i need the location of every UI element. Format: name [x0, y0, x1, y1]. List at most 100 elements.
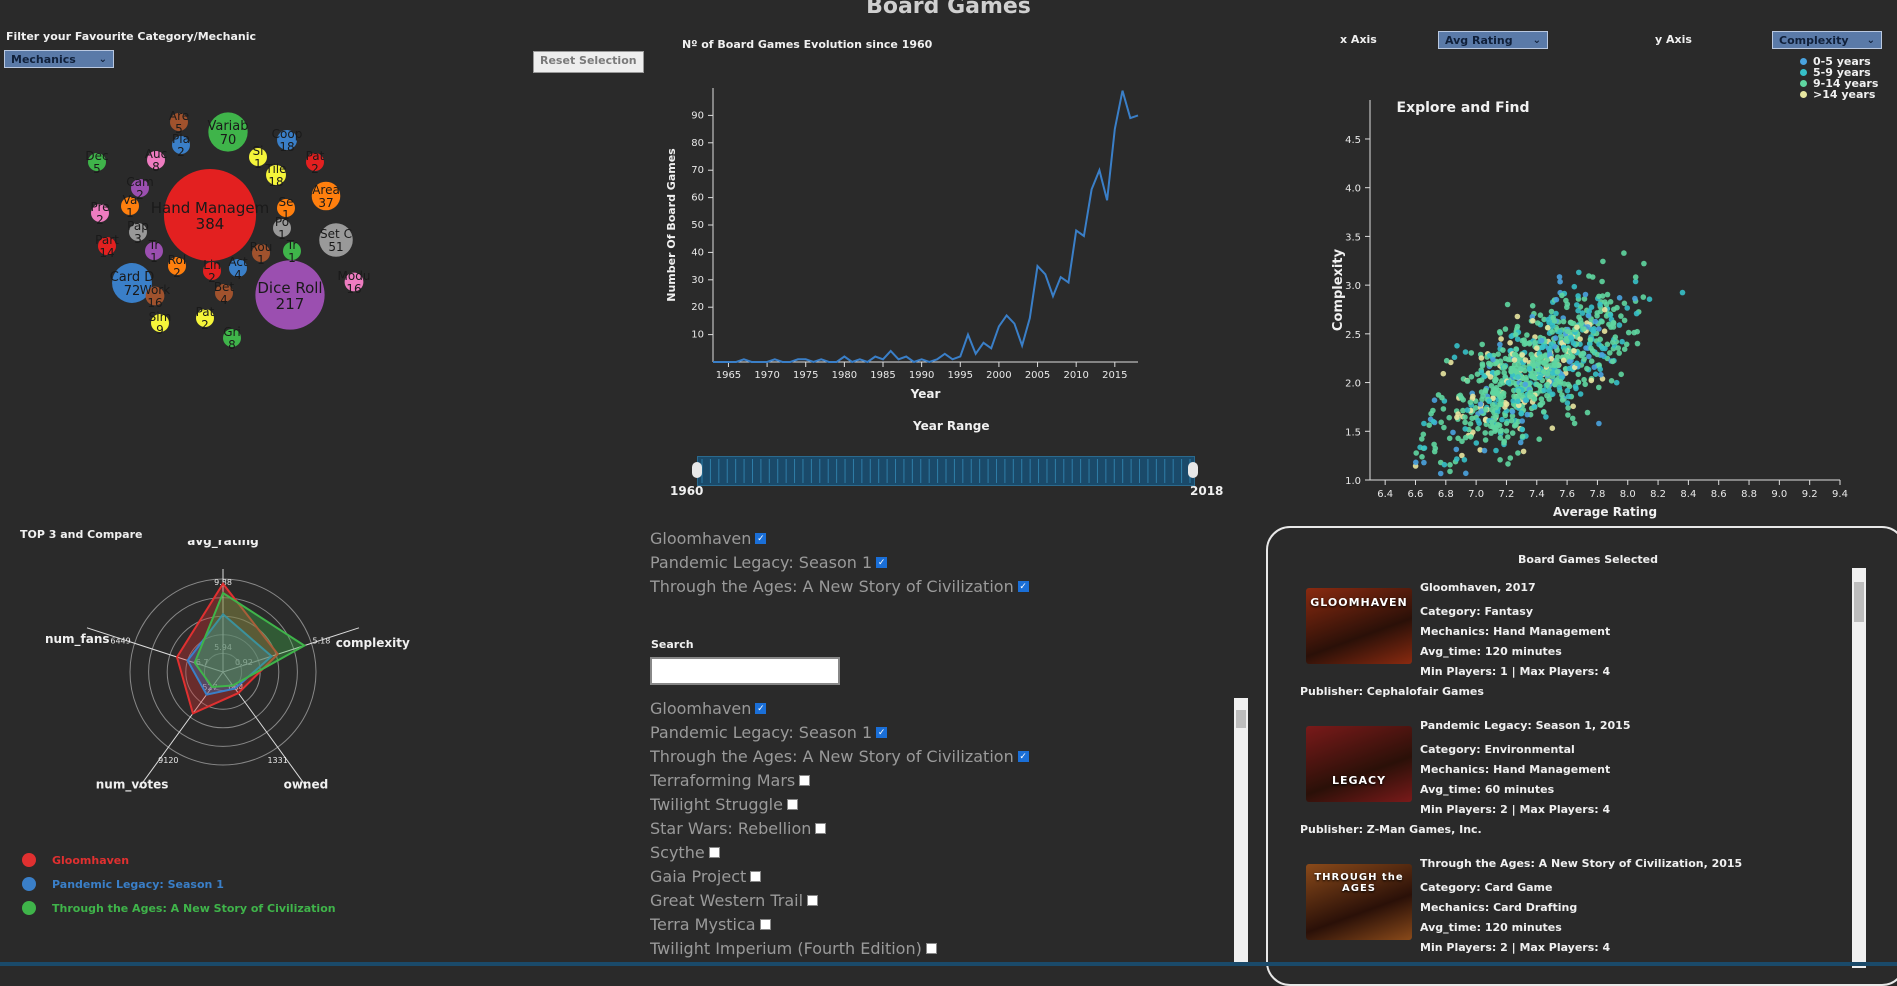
- checked-game-item[interactable]: Through the Ages: A New Story of Civiliz…: [650, 574, 1029, 598]
- year-range-slider[interactable]: [697, 456, 1195, 486]
- y-axis-select[interactable]: Complexity ⌄: [1772, 31, 1882, 49]
- year-range-handle-end[interactable]: [1188, 462, 1198, 478]
- scatter-point: [1618, 313, 1624, 319]
- game-checkbox[interactable]: ✓: [876, 556, 888, 568]
- scatter-point: [1614, 304, 1620, 311]
- scatter-point: [1543, 362, 1550, 368]
- y-tick-label: 40: [691, 247, 704, 258]
- mechanics-bubble-chart: Hand Managem384Dice Roll217Card D72Varia…: [85, 109, 371, 352]
- game-checkbox[interactable]: [807, 894, 819, 906]
- radar-chart: avg_rating9.885.94 complexity5.180.92owne…: [45, 540, 410, 793]
- bubble: Part14: [95, 233, 119, 260]
- scatter-point: [1446, 414, 1452, 421]
- selected-panel-scrollbar[interactable]: [1852, 568, 1866, 968]
- radar-max-label: 6449: [110, 636, 130, 645]
- scrollbar-thumb[interactable]: [1236, 710, 1246, 728]
- scatter-point: [1577, 336, 1583, 342]
- game-list-scrollbar[interactable]: [1234, 698, 1248, 966]
- reset-selection-button[interactable]: Reset Selection: [533, 51, 644, 73]
- scatter-point: [1592, 371, 1599, 378]
- scatter-point: [1503, 428, 1510, 434]
- game-checkbox[interactable]: [925, 942, 937, 954]
- top3-legend-item[interactable]: Pandemic Legacy: Season 1: [22, 872, 336, 896]
- bubble-label: Modu: [338, 269, 371, 283]
- scatter-point: [1513, 422, 1519, 428]
- bubble: Tr1: [145, 238, 163, 265]
- game-thumbnail: GLOOMHAVEN: [1306, 588, 1412, 664]
- top3-legend-item[interactable]: Gloomhaven: [22, 848, 336, 872]
- scatter-point: [1458, 395, 1465, 401]
- list-item[interactable]: Star Wars: Rebellion: [650, 816, 1230, 840]
- scatter-point: [1495, 369, 1501, 376]
- game-checkbox[interactable]: [750, 870, 762, 882]
- list-item[interactable]: Gloomhaven ✓: [650, 696, 1230, 720]
- list-item[interactable]: Through the Ages: A New Story of Civiliz…: [650, 744, 1230, 768]
- bubble-value: 18: [268, 175, 283, 189]
- scrollbar-thumb[interactable]: [1854, 582, 1864, 622]
- list-item[interactable]: Twilight Imperium (Fourth Edition): [650, 936, 1230, 960]
- game-checkbox[interactable]: ✓: [755, 532, 767, 544]
- checked-game-item[interactable]: Pandemic Legacy: Season 1 ✓: [650, 550, 1029, 574]
- legend-dot: [1800, 69, 1807, 76]
- x-axis-select[interactable]: Avg Rating ⌄: [1438, 31, 1548, 49]
- scatter-point: [1599, 318, 1605, 325]
- scatter-point: [1574, 360, 1580, 367]
- scatter-point: [1616, 322, 1623, 328]
- game-checkbox[interactable]: [759, 918, 771, 930]
- scatter-point: [1526, 365, 1533, 372]
- game-checkbox[interactable]: ✓: [1017, 580, 1029, 592]
- game-checkbox[interactable]: [815, 822, 827, 834]
- scatter-point: [1546, 396, 1552, 402]
- top3-legend-label: Through the Ages: A New Story of Civiliz…: [52, 901, 336, 915]
- list-item[interactable]: Twilight Struggle: [650, 792, 1230, 816]
- scatter-point: [1524, 332, 1530, 338]
- scatter-point: [1479, 361, 1486, 367]
- top3-legend-item[interactable]: Through the Ages: A New Story of Civiliz…: [22, 896, 336, 920]
- list-item[interactable]: Pandemic Legacy: Season 1 ✓: [650, 720, 1230, 744]
- game-players: Min Players: 2 | Max Players: 4: [1420, 803, 1611, 816]
- game-checkbox[interactable]: [708, 846, 720, 858]
- game-checkbox[interactable]: ✓: [1017, 750, 1029, 762]
- scatter-point: [1597, 336, 1603, 343]
- game-checkbox[interactable]: ✓: [876, 726, 888, 738]
- scatter-point: [1591, 364, 1598, 371]
- bubble-label: Gri: [223, 325, 241, 339]
- scatter-point: [1584, 365, 1590, 372]
- scatter-point: [1588, 345, 1594, 352]
- list-item[interactable]: Terraforming Mars: [650, 768, 1230, 792]
- scatter-point: [1519, 352, 1525, 358]
- radar-axis-label: complexity: [336, 636, 410, 650]
- bubble: Rol2: [168, 253, 186, 280]
- bottom-scrollbar[interactable]: [0, 962, 1897, 966]
- game-checkbox[interactable]: [786, 798, 798, 810]
- scatter-point: [1486, 360, 1492, 367]
- scatter-point: [1549, 322, 1556, 329]
- list-item[interactable]: Great Western Trail: [650, 888, 1230, 912]
- y-tick-label: 30: [691, 275, 704, 286]
- scatter-point: [1509, 408, 1516, 415]
- category-mechanic-select[interactable]: Mechanics ⌄: [4, 50, 114, 68]
- game-checkbox[interactable]: [799, 774, 811, 786]
- search-input[interactable]: [650, 657, 840, 685]
- year-range-handle-start[interactable]: [692, 462, 702, 478]
- scatter-point: [1554, 369, 1561, 375]
- thumbnail-label: GLOOMHAVEN: [1310, 596, 1408, 609]
- scatter-point: [1590, 328, 1597, 334]
- bubble-value: 384: [196, 215, 225, 233]
- list-item[interactable]: Scythe: [650, 840, 1230, 864]
- scatter-point: [1447, 462, 1453, 468]
- scatter-point: [1413, 450, 1419, 456]
- game-mechanics: Mechanics: Hand Management: [1420, 625, 1611, 638]
- scatter-point: [1480, 393, 1486, 399]
- scatter-point: [1607, 299, 1614, 305]
- list-item[interactable]: Gaia Project: [650, 864, 1230, 888]
- scatter-point: [1621, 317, 1628, 324]
- checked-game-item[interactable]: Gloomhaven ✓: [650, 526, 1029, 550]
- list-item[interactable]: Terra Mystica: [650, 912, 1230, 936]
- scatter-point: [1640, 294, 1647, 300]
- scatter-point: [1631, 329, 1637, 336]
- game-checkbox[interactable]: ✓: [755, 702, 767, 714]
- x-tick-label: 1995: [948, 370, 973, 381]
- y-tick-label: 20: [691, 302, 704, 313]
- bubble-label: Pap: [127, 219, 149, 233]
